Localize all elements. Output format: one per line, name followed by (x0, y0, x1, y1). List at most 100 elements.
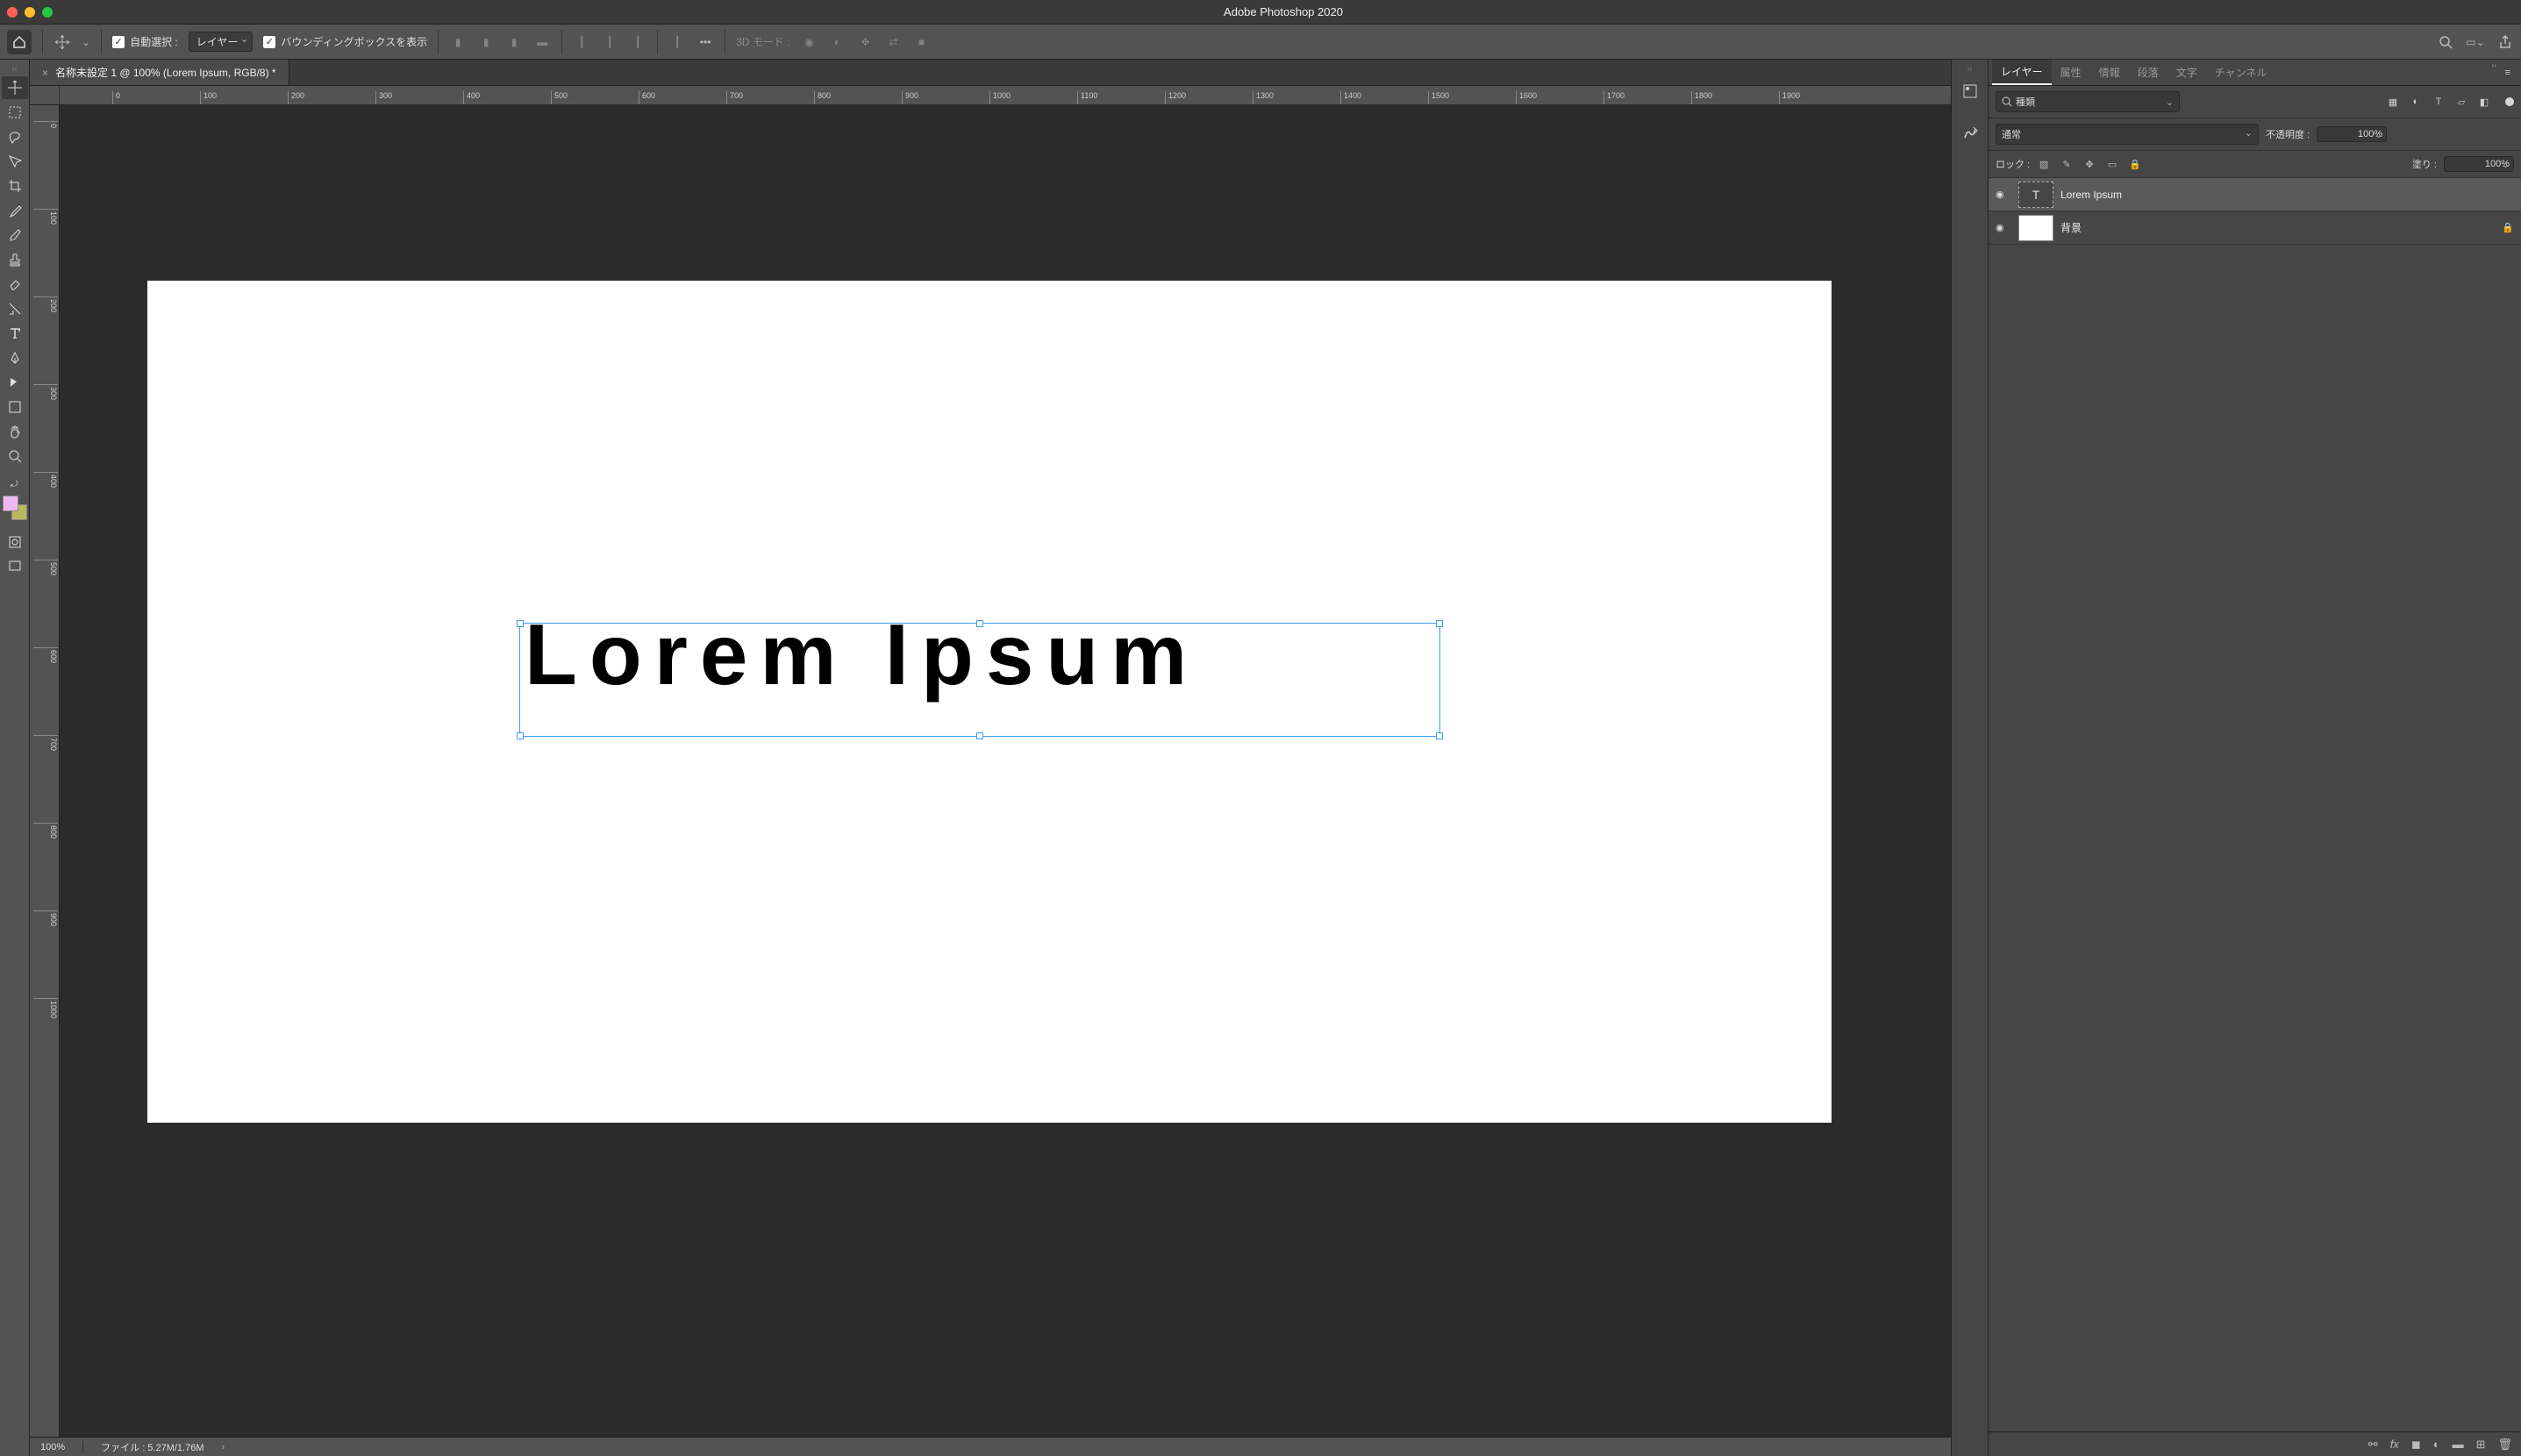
align-center-h-icon[interactable]: ▮ (477, 33, 495, 51)
selection-tool[interactable] (2, 150, 28, 173)
tab-properties[interactable]: 属性 (2052, 60, 2090, 85)
layer-item[interactable]: ◉ T Lorem Ipsum (1989, 178, 2521, 211)
tab-layers[interactable]: レイヤー (1992, 60, 2052, 85)
filter-type-icon[interactable]: T (2432, 95, 2446, 109)
distribute-top-icon[interactable]: ┃ (573, 33, 590, 51)
horizontal-ruler[interactable]: 0100200300400500600700800900100011001200… (30, 86, 1951, 105)
history-panel-icon[interactable] (1960, 81, 1981, 102)
stamp-tool[interactable] (2, 248, 28, 271)
distribute-h-icon[interactable]: ┃ (668, 33, 686, 51)
filter-adjustment-icon[interactable]: ◐ (2409, 95, 2423, 109)
marquee-tool[interactable] (2, 101, 28, 124)
align-right-icon[interactable]: ▮ (505, 33, 523, 51)
lock-pixels-icon[interactable]: ✎ (2060, 157, 2074, 171)
move-tool[interactable] (2, 76, 28, 99)
lasso-tool[interactable] (2, 125, 28, 148)
zoom-level[interactable]: 100% (40, 1442, 65, 1452)
zoom-tool[interactable] (2, 445, 28, 467)
layer-mask-icon[interactable]: ◼ (2411, 1438, 2421, 1452)
lock-icon[interactable]: 🔒 (2502, 222, 2514, 233)
shape-tool[interactable] (2, 396, 28, 418)
filter-shape-icon[interactable]: ▱ (2454, 95, 2468, 109)
transform-handle[interactable] (517, 732, 524, 739)
filter-smart-icon[interactable]: ◧ (2477, 95, 2491, 109)
tab-character[interactable]: 文字 (2167, 60, 2206, 85)
adjustments-panel-icon[interactable] (1960, 123, 1981, 144)
layer-name[interactable]: 背景 (2060, 220, 2495, 235)
lock-position-icon[interactable]: ✥ (2082, 157, 2096, 171)
filter-pixel-icon[interactable]: ▦ (2386, 95, 2400, 109)
chevron-right-icon[interactable]: › (222, 1442, 225, 1452)
align-top-icon[interactable]: ▬ (533, 33, 551, 51)
visibility-icon[interactable]: ◉ (1996, 222, 2011, 233)
hand-tool[interactable] (2, 420, 28, 443)
tab-channels[interactable]: チャンネル (2206, 60, 2276, 85)
lock-artboard-icon[interactable]: ▭ (2105, 157, 2119, 171)
chevron-down-icon[interactable]: ⌄ (82, 36, 90, 48)
transform-handle[interactable] (976, 620, 983, 627)
layer-thumbnail[interactable] (2018, 215, 2053, 241)
swap-colors-icon[interactable]: ⤾ (3, 478, 29, 490)
eraser-tool[interactable] (2, 273, 28, 296)
distribute-bottom-icon[interactable]: ┃ (629, 33, 646, 51)
path-tool[interactable] (2, 371, 28, 394)
visibility-icon[interactable]: ◉ (1996, 189, 2011, 200)
collapse-indicator-icon[interactable]: ‹‹ (11, 63, 18, 75)
screen-mode-icon[interactable] (2, 555, 28, 578)
blend-mode-dropdown[interactable]: 通常 (1996, 124, 2259, 145)
fill-input[interactable]: 100% (2444, 156, 2514, 172)
zoom-window-button[interactable] (42, 7, 53, 18)
collapse-indicator-icon[interactable]: ‹‹ (1968, 65, 1972, 73)
more-options-icon[interactable]: ••• (696, 33, 714, 51)
layer-item[interactable]: ◉ 背景 🔒 (1989, 211, 2521, 245)
layer-style-icon[interactable]: fx (2390, 1438, 2399, 1451)
share-icon[interactable] (2496, 33, 2514, 51)
close-tab-icon[interactable]: × (42, 67, 48, 79)
auto-select-target-dropdown[interactable]: レイヤー (189, 32, 254, 52)
lock-all-icon[interactable]: 🔒 (2128, 157, 2142, 171)
show-bounding-box-checkbox[interactable]: ✓ バウンディングボックスを表示 (263, 34, 427, 49)
type-tool[interactable] (2, 322, 28, 345)
quick-mask-icon[interactable] (2, 531, 28, 553)
close-window-button[interactable] (7, 7, 18, 18)
eyedropper-tool[interactable] (2, 199, 28, 222)
filter-toggle-icon[interactable] (2505, 97, 2514, 106)
layer-name[interactable]: Lorem Ipsum (2060, 189, 2514, 201)
workspace-switcher-icon[interactable]: ▭⌄ (2467, 33, 2484, 51)
document-tab[interactable]: × 名称未設定 1 @ 100% (Lorem Ipsum, RGB/8) * (30, 60, 289, 85)
move-tool-icon[interactable] (54, 33, 71, 51)
crop-tool[interactable] (2, 175, 28, 197)
filter-type-dropdown[interactable]: 種類 (1996, 91, 2180, 112)
tab-info[interactable]: 情報 (2090, 60, 2129, 85)
tab-paragraph[interactable]: 段落 (2129, 60, 2167, 85)
adjustment-layer-icon[interactable]: ◐ (2433, 1438, 2440, 1451)
group-layers-icon[interactable]: ▬ (2453, 1438, 2464, 1451)
color-swatches[interactable] (3, 496, 27, 520)
brush-tool[interactable] (2, 224, 28, 246)
opacity-input[interactable]: 100% (2317, 126, 2387, 142)
home-button[interactable] (7, 30, 32, 54)
panel-menu-icon[interactable]: ≡ (2498, 68, 2517, 78)
pen-tool[interactable] (2, 346, 28, 369)
distribute-center-v-icon[interactable]: ┃ (601, 33, 618, 51)
collapse-indicator-icon[interactable]: ›› (2492, 61, 2496, 69)
delete-layer-icon[interactable]: 🗑 (2497, 1438, 2512, 1452)
minimize-window-button[interactable] (25, 7, 35, 18)
search-icon[interactable] (2437, 33, 2454, 51)
canvas[interactable]: Lorem Ipsum (60, 105, 1951, 1437)
file-size-info[interactable]: ファイル : 5.27M/1.76M (101, 1440, 204, 1454)
transform-handle[interactable] (976, 732, 983, 739)
vertical-ruler[interactable]: 01002003004005006007008009001000 (30, 105, 60, 1437)
transform-handle[interactable] (1436, 732, 1443, 739)
transform-handle[interactable] (517, 620, 524, 627)
auto-select-checkbox[interactable]: ✓ 自動選択 : (112, 34, 178, 49)
gradient-tool[interactable] (2, 297, 28, 320)
align-left-icon[interactable]: ▮ (449, 33, 467, 51)
layer-thumbnail[interactable]: T (2018, 182, 2053, 208)
link-layers-icon[interactable]: ⚯ (2368, 1438, 2378, 1452)
transform-box[interactable] (519, 623, 1440, 737)
lock-transparency-icon[interactable]: ▨ (2037, 157, 2051, 171)
new-layer-icon[interactable]: ⊞ (2476, 1438, 2486, 1452)
transform-handle[interactable] (1436, 620, 1443, 627)
foreground-color[interactable] (3, 496, 18, 511)
